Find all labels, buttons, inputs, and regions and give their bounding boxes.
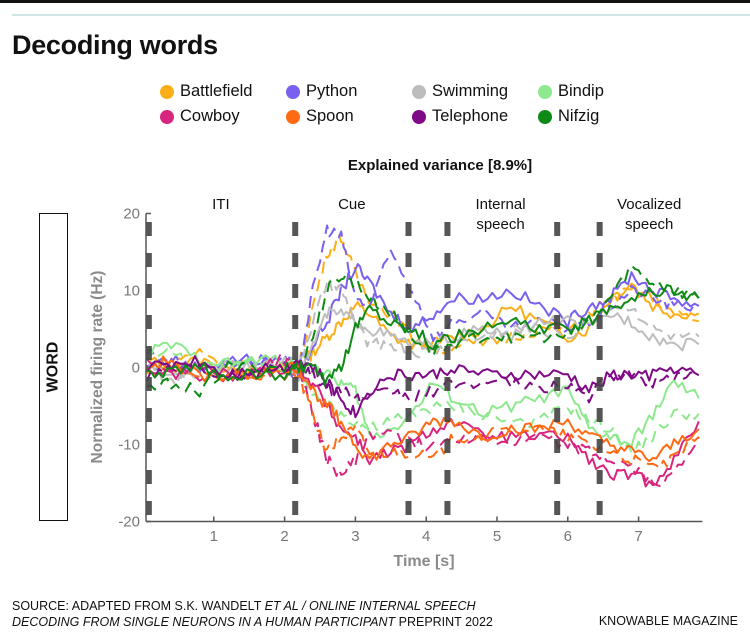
brand-credit: KNOWABLE MAGAZINE — [598, 614, 738, 628]
series-line-telephone-solid — [145, 355, 700, 419]
x-axis-label: Time [s] — [393, 553, 455, 570]
source-credit: SOURCE: ADAPTED FROM S.K. WANDELT ET AL … — [12, 598, 493, 630]
source-suffix: PREPRINT 2022 — [395, 615, 493, 629]
plot-area — [145, 212, 703, 523]
source-italic-2: DECODING FROM SINGLE NEURONS IN A HUMAN … — [12, 615, 396, 629]
series-line-cowboy-solid — [145, 363, 700, 488]
source-italic-1: ET AL / ONLINE INTERNAL SPEECH — [264, 599, 476, 613]
source-prefix: SOURCE: ADAPTED FROM S.K. WANDELT — [12, 599, 265, 613]
series-line-telephone-dashed — [145, 359, 700, 404]
series-line-battlefield-dashed — [145, 233, 700, 377]
